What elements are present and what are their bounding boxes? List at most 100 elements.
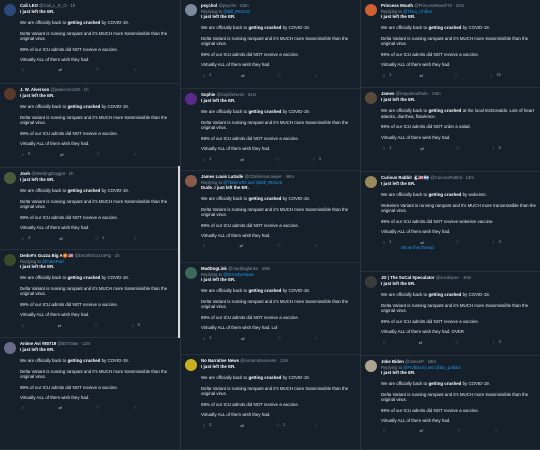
avatar[interactable]: [4, 254, 16, 266]
share-button[interactable]: ↑ 4: [311, 156, 321, 162]
share-button[interactable]: ↑ 4: [491, 239, 501, 245]
share-button[interactable]: ↑: [132, 67, 140, 72]
like-button[interactable]: ♡: [455, 145, 463, 151]
avatar[interactable]: [365, 360, 377, 372]
like-button[interactable]: ♡: [276, 72, 284, 78]
like-button[interactable]: ♡: [276, 243, 284, 248]
reply-button[interactable]: ○ 5: [20, 151, 31, 157]
author-name[interactable]: Joke Biden: [381, 359, 404, 364]
tweet[interactable]: Dedo¥'s Guzza Big A🏵️🇺🇸 @DeathsGuzzaFig …: [0, 250, 180, 338]
retweet-button[interactable]: ⇄: [240, 335, 248, 341]
reply-button[interactable]: ○: [201, 243, 209, 248]
like-button[interactable]: ♡: [95, 151, 103, 157]
tweet[interactable]: James @mayolecatholic · 24m I just left t…: [361, 88, 540, 172]
retweet-button[interactable]: ⇄: [238, 243, 246, 248]
tweet[interactable]: Josh @WestingDoggat · 1h I just left the …: [0, 168, 180, 250]
retweet-button[interactable]: ⇄: [57, 322, 65, 328]
like-button[interactable]: ♡: [456, 428, 464, 433]
author-name[interactable]: psychol: [201, 3, 217, 8]
reply-button[interactable]: ○ 1: [381, 239, 392, 245]
author-name[interactable]: No Narrative News: [201, 358, 239, 363]
reply-button[interactable]: ○ 1: [201, 156, 212, 162]
author-name[interactable]: Dedo¥'s Guzza Big A🏵️🇺🇸: [20, 253, 73, 258]
reply-button[interactable]: ○ 3: [20, 235, 31, 241]
author-name[interactable]: Cali LEO: [20, 3, 38, 8]
tweet[interactable]: J. W. Alverson @jwalverson30 · 1h I just …: [0, 84, 180, 168]
avatar[interactable]: [365, 176, 377, 188]
share-button[interactable]: ↑: [313, 243, 321, 248]
reply-button[interactable]: ○: [20, 405, 28, 410]
avatar[interactable]: [185, 267, 197, 279]
retweet-button[interactable]: ⇄: [419, 145, 427, 151]
retweet-button[interactable]: ⇄: [57, 67, 65, 72]
tweet[interactable]: psychol @psyche · 53m Replying to @Bill_R…: [181, 0, 360, 89]
tweet[interactable]: Joke Biden @JoeveP · 18m Replying to @Pro…: [361, 356, 540, 450]
like-button[interactable]: ♡ 1: [275, 422, 286, 428]
author-name[interactable]: Josh: [20, 171, 30, 176]
retweet-button[interactable]: ⇄: [59, 151, 67, 157]
share-button[interactable]: ↑: [132, 151, 140, 157]
retweet-button[interactable]: ⇄: [239, 156, 247, 162]
avatar[interactable]: [185, 4, 197, 16]
author-name[interactable]: Princess Mouth: [381, 3, 413, 8]
reply-button[interactable]: ○: [20, 67, 28, 72]
like-button[interactable]: ♡: [276, 335, 284, 341]
retweet-button[interactable]: ⇄: [418, 72, 426, 78]
author-name[interactable]: Sophie: [201, 92, 215, 97]
tweet[interactable]: Sophie @SophieNess · 51m I just left the …: [181, 89, 360, 171]
reply-button[interactable]: ○ 1: [201, 335, 212, 341]
like-button[interactable]: ♡: [95, 405, 103, 410]
like-button[interactable]: ♡: [454, 339, 462, 345]
share-button[interactable]: ↑: [132, 405, 140, 410]
like-button[interactable]: ♡: [455, 239, 463, 245]
avatar[interactable]: [185, 93, 197, 105]
share-button[interactable]: ↑: [313, 422, 321, 428]
reply-button[interactable]: ○: [381, 428, 389, 433]
avatar[interactable]: [185, 359, 197, 371]
avatar[interactable]: [4, 4, 16, 16]
share-button[interactable]: ↑: [313, 72, 321, 78]
tweet[interactable]: JD | The SoCal Speculator @socalspec · 1…: [361, 272, 540, 356]
like-button[interactable]: ♡: [275, 156, 283, 162]
like-button[interactable]: ♡: [93, 322, 101, 328]
share-button[interactable]: ↑ 4: [491, 339, 501, 345]
share-button[interactable]: ↑ 6: [491, 145, 501, 151]
reply-button[interactable]: ○ 1: [381, 145, 392, 151]
like-button[interactable]: ♡: [453, 72, 461, 78]
author-name[interactable]: Anime Avi #80719: [20, 341, 56, 346]
author-name[interactable]: J. W. Alverson: [20, 87, 49, 92]
tweet[interactable]: Princess Mouth @PrincessMouthT2 · 22m Rep…: [361, 0, 540, 88]
like-button[interactable]: ♡ 1: [94, 235, 105, 241]
tweet[interactable]: Cali LEO @Cali_L_E_O · 1h I just left the…: [0, 0, 180, 84]
share-button[interactable]: ↑: [132, 235, 140, 241]
avatar[interactable]: [4, 88, 16, 100]
tweet[interactable]: Curious Rabbit 🐇🇺🇸🇮🇱 @CuriousRabbit · 13…: [361, 172, 540, 272]
author-name[interactable]: James: [381, 91, 394, 96]
author-name[interactable]: James Louis LaSalle: [201, 174, 243, 179]
share-button[interactable]: ↑ 8: [130, 322, 140, 328]
author-name[interactable]: JD | The SoCal Speculator: [381, 275, 435, 280]
reply-button[interactable]: ○: [381, 339, 389, 345]
avatar[interactable]: [365, 4, 377, 16]
avatar[interactable]: [185, 175, 197, 187]
retweet-button[interactable]: ⇄: [240, 72, 248, 78]
reply-button[interactable]: ○ 3: [201, 422, 212, 428]
reply-button[interactable]: ○ 1: [201, 72, 212, 78]
tweet[interactable]: Anime Avi #80719 @80719av · 12m I just le…: [0, 338, 180, 450]
author-name[interactable]: MadDogLink: [201, 266, 227, 271]
tweet[interactable]: James Louis LaSalle @CDefenseLawyer · 48…: [181, 171, 360, 263]
retweet-button[interactable]: ⇄: [418, 428, 426, 433]
share-button[interactable]: ↑ 15: [488, 72, 501, 78]
avatar[interactable]: [4, 342, 16, 354]
reply-button[interactable]: ○ 1: [381, 72, 392, 78]
tweet[interactable]: MadDogLink @maddoglanko · 29m Replying to…: [181, 263, 360, 355]
like-button[interactable]: ♡: [95, 67, 103, 72]
retweet-button[interactable]: ⇄: [239, 422, 247, 428]
show-thread-link[interactable]: Show this thread: [381, 245, 536, 250]
reply-button[interactable]: ○: [20, 322, 28, 328]
avatar[interactable]: [365, 276, 377, 288]
author-name[interactable]: Curious Rabbit 🐇🇺🇸🇮🇱: [381, 175, 429, 180]
retweet-button[interactable]: ⇄: [57, 405, 65, 410]
retweet-button[interactable]: ⇄: [418, 339, 426, 345]
retweet-button[interactable]: ⇄: [58, 235, 66, 241]
